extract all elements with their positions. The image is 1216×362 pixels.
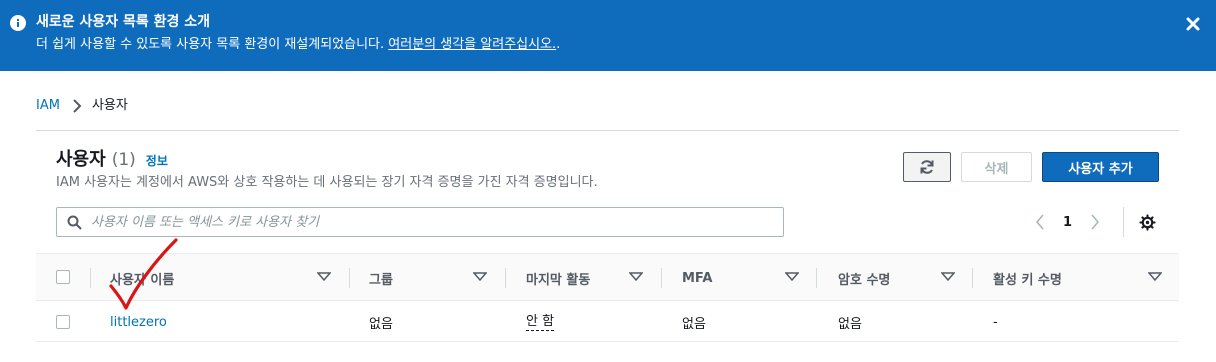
pagination-divider: [1123, 207, 1124, 237]
user-name-link[interactable]: littlezero: [110, 315, 167, 330]
banner-title: 새로운 사용자 목록 환경 소개: [36, 14, 211, 30]
close-icon[interactable]: [1184, 15, 1202, 33]
password-age-cell: 없음: [838, 316, 862, 332]
refresh-icon: [920, 160, 934, 174]
title-text: 사용자: [56, 149, 106, 170]
column-divider: [661, 268, 662, 288]
feedback-link[interactable]: 여러분의 생각을 알려주십시오.: [388, 37, 556, 52]
groups-cell: 없음: [369, 316, 393, 332]
search-input[interactable]: [91, 208, 781, 236]
table-row: littlezero 없음 안 함 없음 없음 -: [36, 302, 1179, 342]
column-header-password-age[interactable]: 암호 수명: [838, 254, 890, 302]
refresh-button[interactable]: [903, 152, 951, 182]
banner-suffix: .: [556, 37, 561, 52]
sort-icon[interactable]: [473, 272, 487, 282]
breadcrumb: IAM 사용자: [36, 96, 128, 116]
column-divider: [972, 268, 973, 288]
table-header: 사용자 이름 그룹 마지막 활동 MFA 암호 수명 활성 키 수명: [36, 253, 1179, 301]
page-title: 사용자 (1) 정보: [56, 149, 168, 172]
search-box: [56, 207, 784, 237]
pagination: 1: [1034, 212, 1101, 232]
sort-icon[interactable]: [941, 272, 955, 282]
chevron-right-icon: [73, 99, 82, 113]
breadcrumb-iam[interactable]: IAM: [36, 96, 60, 116]
select-all-checkbox[interactable]: [56, 270, 70, 284]
column-header-groups[interactable]: 그룹: [369, 254, 393, 302]
gear-icon[interactable]: [1139, 214, 1156, 231]
banner-message: 더 쉽게 사용할 수 있도록 사용자 목록 환경이 재설계되었습니다. 여러분의…: [36, 36, 560, 54]
panel-description: IAM 사용자는 계정에서 AWS와 상호 작용하는 데 사용되는 장기 자격 …: [56, 175, 598, 190]
sort-icon[interactable]: [629, 272, 643, 282]
column-header-mfa[interactable]: MFA: [682, 254, 712, 302]
banner-text: 더 쉽게 사용할 수 있도록 사용자 목록 환경이 재설계되었습니다.: [36, 37, 389, 52]
column-header-last-activity[interactable]: 마지막 활동: [526, 254, 590, 302]
row-checkbox[interactable]: [56, 315, 70, 329]
column-header-user-name[interactable]: 사용자 이름: [110, 254, 174, 302]
column-divider: [349, 268, 350, 288]
delete-button[interactable]: 삭제: [961, 152, 1032, 182]
page-number[interactable]: 1: [1063, 215, 1072, 230]
sort-icon[interactable]: [1148, 272, 1162, 282]
column-divider: [90, 268, 91, 288]
info-icon: [10, 15, 26, 31]
breadcrumb-current: 사용자: [91, 98, 128, 113]
notification-banner: 새로운 사용자 목록 환경 소개 더 쉽게 사용할 수 있도록 사용자 목록 환…: [0, 0, 1216, 71]
sort-icon[interactable]: [785, 272, 799, 282]
chevron-right-icon[interactable]: [1089, 213, 1101, 231]
column-divider: [505, 268, 506, 288]
last-activity-cell[interactable]: 안 함: [526, 314, 555, 331]
active-key-age-cell: -: [993, 314, 998, 330]
chevron-left-icon[interactable]: [1034, 213, 1046, 231]
add-user-button[interactable]: 사용자 추가: [1042, 152, 1159, 182]
column-divider: [816, 268, 817, 288]
mfa-cell: 없음: [682, 316, 706, 332]
column-header-active-key-age[interactable]: 활성 키 수명: [993, 254, 1062, 302]
info-link[interactable]: 정보: [146, 150, 168, 172]
user-count: (1): [111, 150, 136, 170]
search-icon: [67, 215, 82, 230]
users-panel: 사용자 (1) 정보 IAM 사용자는 계정에서 AWS와 상호 작용하는 데 …: [36, 130, 1179, 362]
sort-icon[interactable]: [317, 272, 331, 282]
